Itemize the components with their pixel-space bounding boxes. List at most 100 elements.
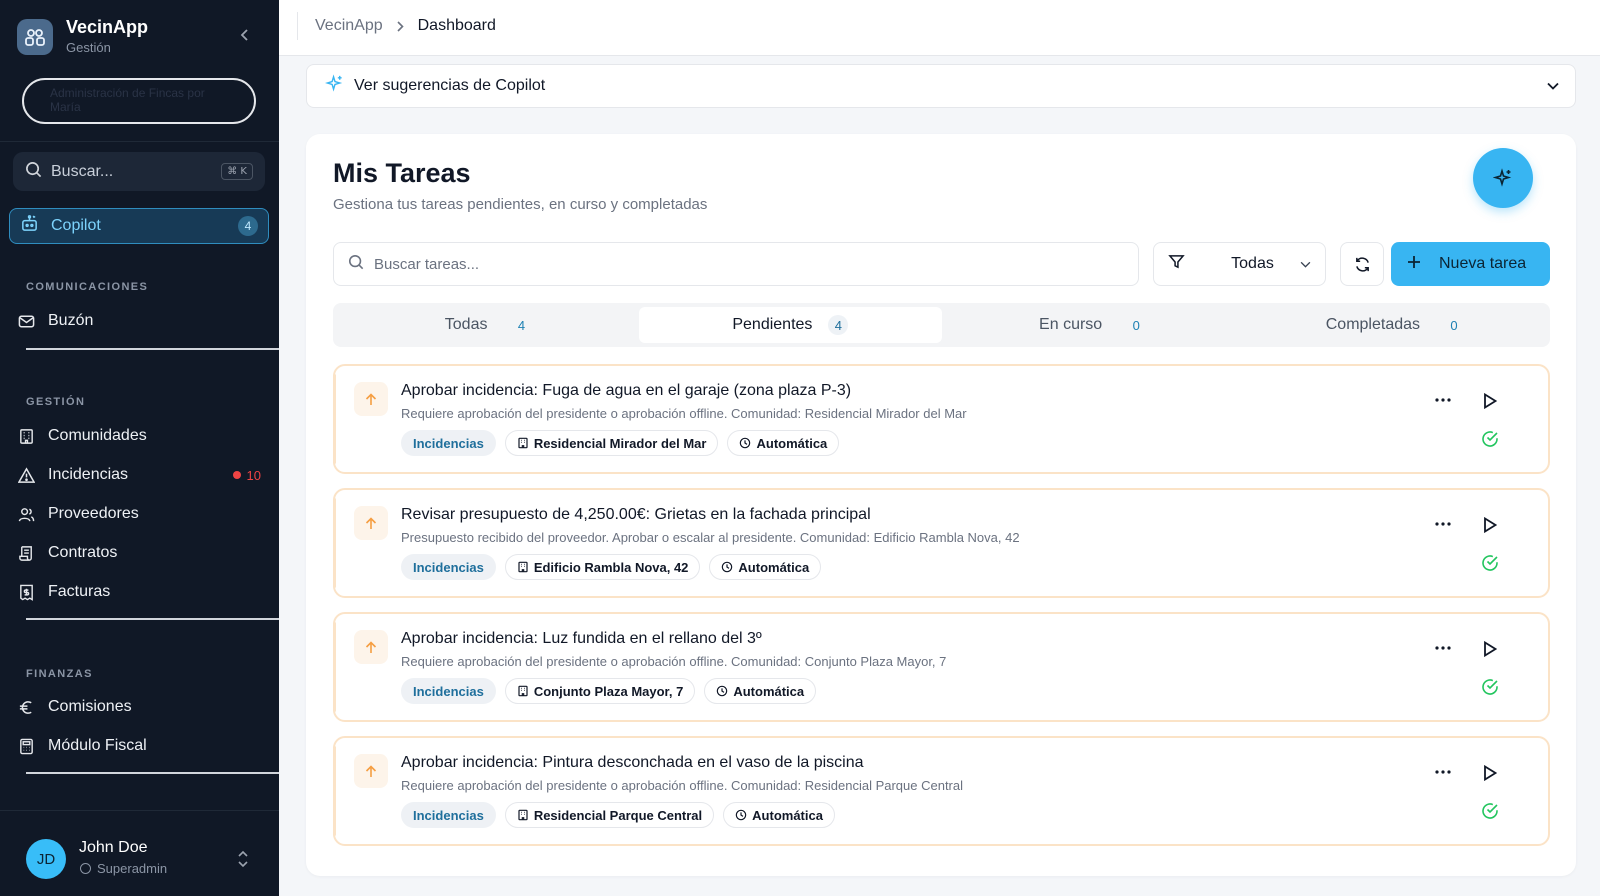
sidebar-item-contratos[interactable]: Contratos <box>17 537 265 569</box>
tab-count: 0 <box>1450 317 1458 333</box>
chevron-right-icon <box>397 20 404 32</box>
brand[interactable]: VecinApp Gestión <box>17 17 148 57</box>
clock-icon <box>722 561 733 573</box>
task-card[interactable]: Revisar presupuesto de 4,250.00€: Grieta… <box>333 488 1550 598</box>
tab-en-curso[interactable]: En curso 0 <box>942 307 1244 343</box>
organization-pill[interactable]: Administración de Fincas por María <box>22 78 256 124</box>
tab-label: Pendientes <box>732 316 813 333</box>
refresh-button[interactable] <box>1340 242 1384 286</box>
sidebar-item-modulo-fiscal[interactable]: Módulo Fiscal <box>17 730 265 762</box>
user-name: John Doe <box>79 839 148 856</box>
more-options-icon[interactable] <box>1431 762 1455 782</box>
role-circle-icon <box>80 863 91 874</box>
brand-logo-icon <box>17 19 53 55</box>
brand-subtitle: Gestión <box>66 40 111 55</box>
mode-label: Automática <box>752 807 823 823</box>
new-task-button[interactable]: Nueva tarea <box>1391 242 1550 286</box>
task-tabs: Todas 4 Pendientes 4 En curso 0 Completadas… <box>333 303 1550 347</box>
task-title: Aprobar incidencia: Pintura desconchada … <box>401 754 864 771</box>
start-task-play-icon[interactable] <box>1479 390 1501 412</box>
mode-tag: Automática <box>727 430 840 456</box>
community-name: Residencial Parque Central <box>533 807 703 823</box>
priority-arrow-up-icon <box>354 754 388 788</box>
sidebar-item-comunidades[interactable]: Comunidades <box>17 420 265 452</box>
copilot-suggestions-label: Ver sugerencias de Copilot <box>354 77 546 94</box>
task-tags: Incidencias Conjunto Plaza Mayor, 7 Auto… <box>401 678 825 704</box>
complete-task-check-icon[interactable] <box>1479 676 1501 698</box>
task-search[interactable] <box>333 242 1139 286</box>
task-card[interactable]: Aprobar incidencia: Luz fundida en el re… <box>333 612 1550 722</box>
search-icon <box>348 254 364 275</box>
user-role: Superadmin <box>80 861 167 876</box>
complete-task-check-icon[interactable] <box>1479 428 1501 450</box>
task-title: Aprobar incidencia: Fuga de agua en el g… <box>401 382 852 399</box>
collapse-sidebar-chevron-left-icon[interactable] <box>236 26 254 44</box>
euro-icon <box>17 698 35 716</box>
building-icon <box>518 809 528 821</box>
mode-label: Automática <box>738 559 810 575</box>
tab-pendientes[interactable]: Pendientes 4 <box>639 307 942 343</box>
sidebar-item-proveedores[interactable]: Proveedores <box>17 498 265 530</box>
priority-arrow-up-icon <box>354 630 388 664</box>
task-description: Requiere aprobación del presidente o apr… <box>401 654 947 669</box>
task-card[interactable]: Aprobar incidencia: Fuga de agua en el g… <box>333 364 1550 474</box>
community-name: Edificio Rambla Nova, 42 <box>533 559 689 575</box>
more-options-icon[interactable] <box>1431 390 1455 410</box>
complete-task-check-icon[interactable] <box>1479 800 1501 822</box>
community-tag: Residencial Mirador del Mar <box>504 430 719 456</box>
topbar: VecinApp Dashboard <box>279 0 1600 56</box>
sidebar-divider <box>0 141 279 142</box>
avatar: JD <box>26 839 66 879</box>
receipt-icon <box>17 583 35 601</box>
chevron-down-icon <box>1300 255 1311 273</box>
priority-arrow-up-icon <box>354 382 388 416</box>
breadcrumb-root[interactable]: VecinApp <box>315 17 383 35</box>
sidebar-search[interactable]: Buscar... ⌘ K <box>13 152 265 191</box>
tab-completadas[interactable]: Completadas 0 <box>1244 307 1546 343</box>
task-search-input[interactable] <box>374 255 1114 273</box>
status-filter-select[interactable]: Todas <box>1153 242 1326 286</box>
mode-label: Automática <box>733 683 805 699</box>
user-menu[interactable]: JD John Doe Superadmin <box>0 810 279 896</box>
category-tag: Incidencias <box>401 678 496 704</box>
tab-todas[interactable]: Todas 4 <box>337 307 639 343</box>
start-task-play-icon[interactable] <box>1479 638 1501 660</box>
sidebar-item-comisiones[interactable]: Comisiones <box>17 691 265 723</box>
sidebar-search-label: Buscar... <box>51 162 114 180</box>
clock-icon <box>735 809 747 821</box>
copilot-fab-button[interactable] <box>1473 148 1533 208</box>
breadcrumb-current: Dashboard <box>417 17 496 34</box>
copilot-suggestions-toggle[interactable]: Ver sugerencias de Copilot <box>306 64 1576 108</box>
mail-icon <box>17 312 35 330</box>
building-icon <box>518 561 528 573</box>
calculator-icon <box>17 737 35 755</box>
more-options-icon[interactable] <box>1431 514 1455 534</box>
sidebar: VecinApp Gestión Administración de Finca… <box>0 0 279 896</box>
task-card[interactable]: Aprobar incidencia: Pintura desconchada … <box>333 736 1550 846</box>
refresh-icon <box>1355 256 1369 272</box>
sidebar-item-label: Comisiones <box>48 698 132 715</box>
start-task-play-icon[interactable] <box>1479 514 1501 536</box>
mode-label: Automática <box>756 435 828 451</box>
more-options-icon[interactable] <box>1431 638 1455 658</box>
tasks-card: Mis Tareas Gestiona tus tareas pendiente… <box>306 134 1576 876</box>
clock-icon <box>717 685 728 697</box>
sidebar-item-label: Buzón <box>48 312 94 329</box>
task-tags: Incidencias Residencial Parque Central A… <box>401 802 844 828</box>
sidebar-item-copilot[interactable]: Copilot 4 <box>9 208 269 244</box>
complete-task-check-icon[interactable] <box>1479 552 1501 574</box>
sidebar-item-buzon[interactable]: Buzón <box>17 305 265 337</box>
community-name: Residencial Mirador del Mar <box>533 435 707 451</box>
sidebar-item-label: Incidencias <box>48 466 129 483</box>
sidebar-item-facturas[interactable]: Facturas <box>17 576 265 608</box>
scroll-icon <box>17 544 35 562</box>
start-task-play-icon[interactable] <box>1479 762 1501 784</box>
filter-icon <box>1168 253 1185 275</box>
sidebar-item-incidencias[interactable]: Incidencias 10 <box>17 459 265 491</box>
chevron-down-icon <box>1547 77 1559 95</box>
sparkles-icon <box>1493 168 1512 187</box>
community-name: Conjunto Plaza Mayor, 7 <box>533 683 684 699</box>
community-tag: Residencial Parque Central <box>504 802 715 828</box>
topbar-divider <box>297 12 298 40</box>
chevrons-up-down-icon[interactable] <box>236 849 250 869</box>
